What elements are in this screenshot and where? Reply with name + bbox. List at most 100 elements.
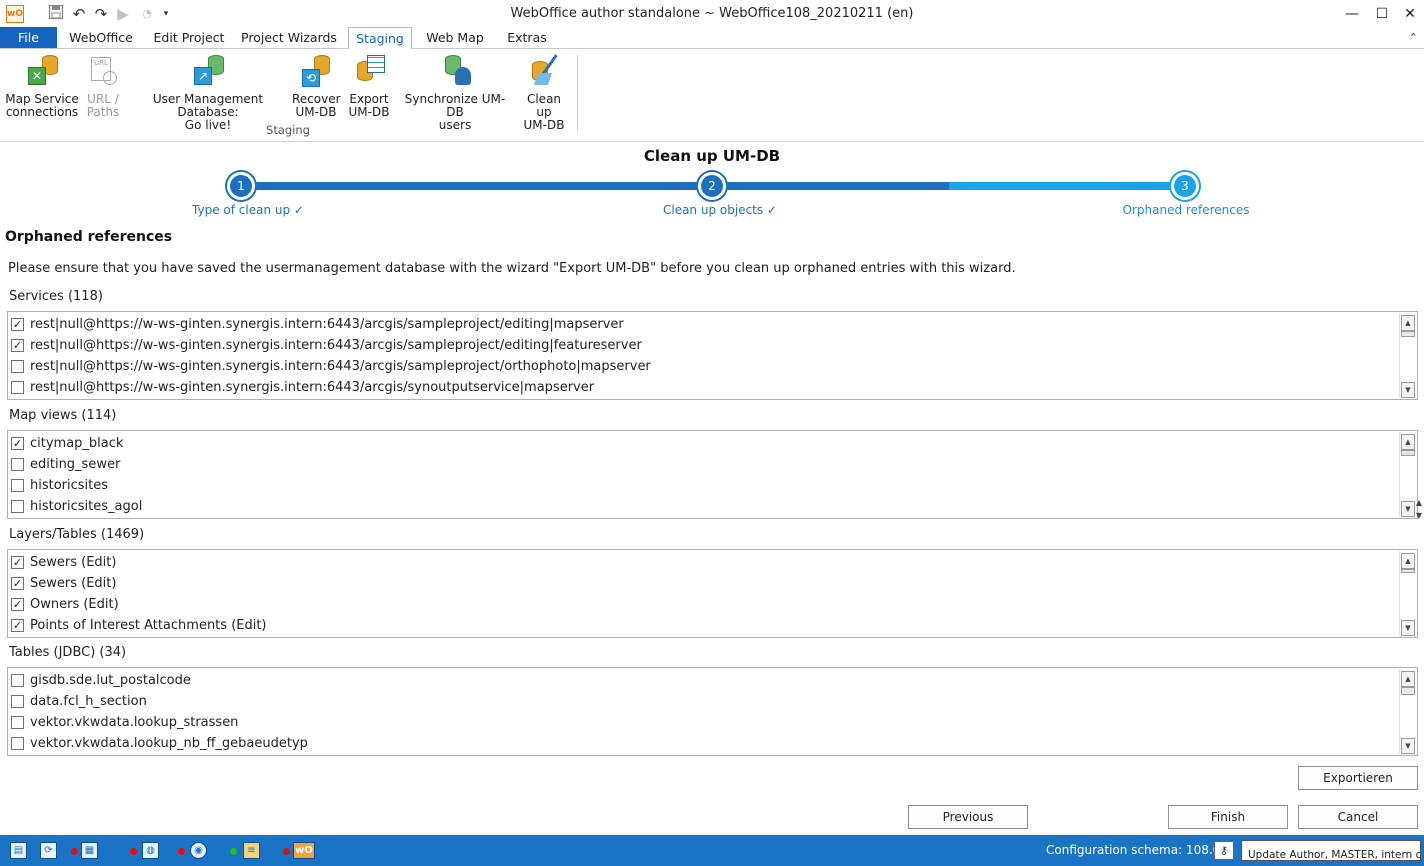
scroll-thumb[interactable] [1401,687,1415,695]
list-item[interactable]: gisdb.sde.lut_postalcode [11,670,191,691]
checkbox[interactable] [11,737,24,750]
finish-button[interactable]: Finish [1168,805,1288,829]
checkbox[interactable]: ✓ [11,339,24,352]
list-item[interactable]: ✓ rest|null@https://w-ws-ginten.synergis.… [11,314,624,335]
checkbox[interactable]: ✓ [11,598,24,611]
checkbox[interactable] [11,716,24,729]
list-item[interactable]: data.fcl_h_section [11,691,147,712]
scroll-thumb[interactable] [1401,450,1415,456]
scroll-down-icon[interactable]: ▼ [1401,501,1415,517]
scrollbar[interactable]: ▲ ▼ [1399,313,1416,398]
go-live-button[interactable]: ↗ User Management Database: Go live! [130,53,286,132]
list-item[interactable]: ✓ Owners (Edit) [11,594,119,615]
scrollbar[interactable]: ▲ ▼ [1399,551,1416,636]
list-item-label: rest|null@https://w-ws-ginten.synergis.i… [30,359,651,374]
scroll-up-icon[interactable]: ▲ [1401,671,1415,687]
key-icon[interactable]: ⚷ [1214,841,1234,860]
url-paths-button[interactable]: URL URL / Paths [82,53,124,119]
checkbox[interactable] [11,458,24,471]
config-check-icon[interactable]: ▦ [81,842,98,859]
close-button[interactable]: ✕ [1390,0,1424,28]
scroll-up-icon[interactable]: ▲ [1401,315,1415,331]
step-1-marker[interactable]: 1 [227,172,255,200]
tables-jdbc-list[interactable]: gisdb.sde.lut_postalcode data.fcl_h_sect… [7,667,1418,756]
database-icon[interactable]: ≡ [243,842,260,859]
checkbox[interactable]: ✓ [11,619,24,632]
globe-icon[interactable]: ◉ [190,842,207,859]
tab-edit-project[interactable]: Edit Project [148,27,230,49]
scrollbar[interactable]: ▲ ▼ [1399,432,1416,517]
weboffice-icon[interactable]: wO [293,842,315,859]
scroll-up-icon[interactable]: ▲ [1401,434,1415,450]
page-scroll-up-icon[interactable]: ▲ [1416,498,1422,507]
status-log-icon[interactable]: ▤ [10,842,27,859]
checkbox[interactable] [11,695,24,708]
list-item[interactable]: rest|null@https://w-ws-ginten.synergis.i… [11,356,651,377]
list-item[interactable]: vektor.vkwdata.lookup_strassen [11,712,238,733]
checkbox[interactable]: ✓ [11,577,24,590]
tab-project-wizards[interactable]: Project Wizards [238,27,340,49]
list-item[interactable]: ✓ Points of Interest Attachments (Edit) [11,615,267,636]
list-item-label: Sewers (Edit) [30,555,117,570]
tab-extras[interactable]: Extras [498,27,556,49]
clean-up-umdb-button[interactable]: Clean up UM-DB [518,53,570,132]
checkbox[interactable]: ✓ [11,318,24,331]
checkbox[interactable] [11,674,24,687]
ribbon-panel: ✕ Map Service connections URL URL / Path… [0,49,1424,142]
list-item-label: Points of Interest Attachments (Edit) [30,618,267,633]
checkbox[interactable] [11,381,24,394]
services-list[interactable]: ✓ rest|null@https://w-ws-ginten.synergis.… [7,311,1418,400]
refresh-icon[interactable]: ⟳ [40,842,57,859]
list-item[interactable]: historicsites [11,475,108,496]
step-1-label[interactable]: Type of clean up ✓ [148,203,348,217]
step-3-label[interactable]: Orphaned references [1086,203,1286,217]
scrollbar[interactable]: ▲ ▼ [1399,669,1416,754]
list-item-label: Sewers (Edit) [30,576,117,591]
checkbox[interactable] [11,360,24,373]
tab-weboffice[interactable]: WebOffice [62,27,140,49]
scroll-down-icon[interactable]: ▼ [1401,382,1415,398]
list-item-label: rest|null@https://w-ws-ginten.synergis.i… [30,338,642,353]
cancel-button[interactable]: Cancel [1298,805,1418,829]
status-error-dot-icon [178,848,185,855]
map-views-list[interactable]: ✓ citymap_black editing_sewer historicsit… [7,430,1418,519]
list-item[interactable]: ✓ Sewers (Edit) [11,552,116,573]
step-2-marker[interactable]: 2 [698,172,726,200]
list-item-label: gisdb.sde.lut_postalcode [30,673,191,688]
map-service-connections-button[interactable]: ✕ Map Service connections [4,53,80,119]
scroll-up-icon[interactable]: ▲ [1401,553,1415,569]
list-item[interactable]: rest|null@https://w-ws-ginten.synergis.i… [11,377,594,398]
list-item[interactable]: vektor.vkwdata.lookup_nb_ff_gebaeudetyp [11,733,308,754]
checkbox[interactable]: ✓ [11,437,24,450]
scroll-thumb[interactable] [1401,331,1415,337]
list-item-label: rest|null@https://w-ws-ginten.synergis.i… [30,317,624,332]
checkbox[interactable]: ✓ [11,556,24,569]
previous-button[interactable]: Previous [908,805,1028,829]
clean-up-label-1: Clean up [526,92,562,119]
list-item[interactable]: editing_sewer [11,454,120,475]
tab-staging[interactable]: Staging [348,27,412,49]
scroll-down-icon[interactable]: ▼ [1401,620,1415,636]
export-umdb-button[interactable]: Export UM-DB [346,53,392,119]
checkbox[interactable] [11,500,24,513]
scroll-down-icon[interactable]: ▼ [1401,738,1415,754]
tab-web-map[interactable]: Web Map [420,27,490,49]
step-2-label[interactable]: Clean up objects ✓ [620,203,820,217]
scroll-thumb[interactable] [1401,569,1415,573]
tab-file[interactable]: File [0,27,57,49]
list-item[interactable]: ✓ rest|null@https://w-ws-ginten.synergis.… [11,335,642,356]
list-item[interactable]: historicsites_agol [11,496,142,517]
synchronize-users-icon [437,53,473,89]
recover-umdb-button[interactable]: ⟲ Recover UM-DB [292,53,341,119]
search-service-icon[interactable]: ◍ [142,842,159,859]
checkbox[interactable] [11,479,24,492]
synchronize-umdb-users-button[interactable]: Synchronize UM-DB users [398,53,512,132]
ribbon-collapse-icon[interactable]: ⌃ [1409,31,1418,44]
list-item[interactable]: ✓ Sewers (Edit) [11,573,116,594]
export-umdb-label-1: Export [349,92,389,106]
step-3-marker[interactable]: 3 [1171,172,1199,200]
page-scroll-down-icon[interactable]: ▼ [1416,511,1422,520]
list-item[interactable]: ✓ citymap_black [11,433,123,454]
layers-tables-list[interactable]: ✓ Sewers (Edit) ✓ Sewers (Edit) ✓ Owners (E… [7,549,1418,638]
export-button[interactable]: Exportieren [1298,766,1418,790]
